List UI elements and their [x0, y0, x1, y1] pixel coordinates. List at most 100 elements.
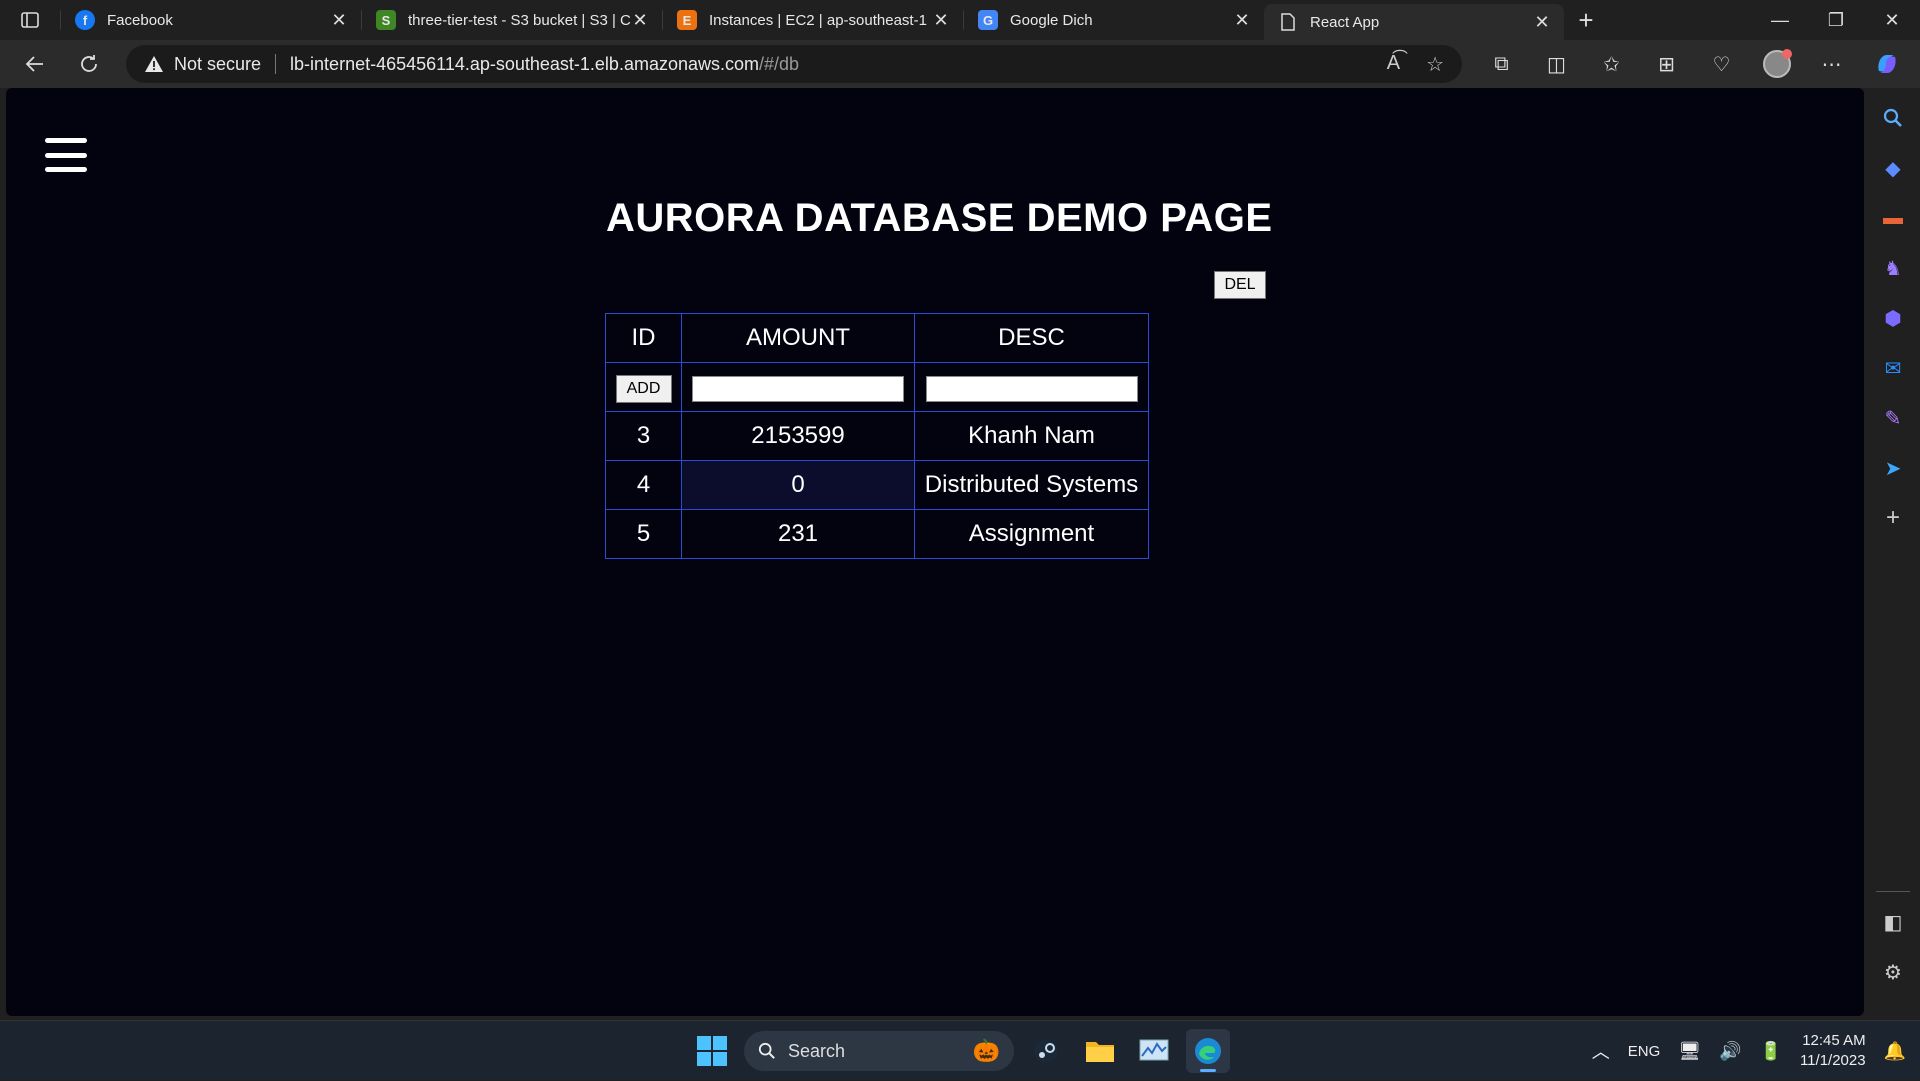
tab-facebook[interactable]: f Facebook ✕ — [61, 0, 361, 40]
windows-logo-icon — [697, 1036, 727, 1066]
add-row: ADD — [605, 362, 1149, 412]
search-label: Search — [788, 1040, 846, 1061]
network-icon[interactable]: 🖥 — [1678, 1041, 1701, 1062]
back-arrow-icon — [25, 56, 43, 72]
battery-icon[interactable]: 🔋 — [1760, 1041, 1782, 1062]
designer-icon[interactable]: ✎ — [1875, 400, 1911, 436]
chart-monitor-icon — [1139, 1039, 1169, 1061]
column-header-desc: DESC — [914, 313, 1149, 363]
row-desc: Khanh Nam — [914, 411, 1149, 461]
security-status[interactable]: Not secure — [174, 54, 261, 75]
more-options-icon[interactable]: ⋯ — [1804, 44, 1859, 84]
settings-gear-icon[interactable]: ⚙ — [1875, 954, 1911, 990]
send-icon[interactable]: ➤ — [1875, 450, 1911, 486]
games-icon[interactable]: ♞ — [1875, 250, 1911, 286]
row-id: 3 — [605, 411, 682, 461]
tab-react-app[interactable]: React App ✕ — [1264, 4, 1564, 40]
row-desc: Assignment — [914, 509, 1149, 559]
tab-title: three-tier-test - S3 bucket | S3 | C — [408, 11, 630, 29]
copilot-icon[interactable] — [1859, 44, 1914, 84]
browser-toolbar: Not secure lb-internet-465456114.ap-sout… — [0, 40, 1920, 88]
pumpkin-icon: 🎃 — [972, 1038, 1000, 1063]
microsoft365-icon[interactable]: ⬢ — [1875, 300, 1911, 336]
performance-icon[interactable]: ♡ — [1694, 44, 1749, 84]
language-indicator[interactable]: ENG — [1628, 1043, 1661, 1060]
collections-icon[interactable]: ⊞ — [1639, 44, 1694, 84]
show-hidden-icons[interactable]: ︿ — [1592, 1038, 1610, 1064]
table-row: 4 0 Distributed Systems — [605, 460, 1149, 510]
read-aloud-icon[interactable]: A͡ — [1387, 52, 1400, 77]
restore-icon[interactable]: ❐ — [1808, 0, 1864, 40]
back-button[interactable] — [8, 44, 62, 84]
url-path: /#/db — [759, 53, 800, 74]
refresh-icon — [81, 55, 97, 72]
favorites-icon[interactable]: ✩ — [1584, 44, 1639, 84]
edge-icon — [1195, 1038, 1221, 1064]
delete-button[interactable]: DEL — [1214, 271, 1266, 299]
minimize-icon[interactable]: — — [1752, 0, 1808, 40]
task-manager-button[interactable] — [1132, 1029, 1176, 1073]
amount-input[interactable] — [692, 375, 904, 402]
row-id: 5 — [605, 509, 682, 559]
folder-icon — [1086, 1042, 1114, 1062]
close-window-icon[interactable]: ✕ — [1864, 0, 1920, 40]
close-tab-icon[interactable]: ✕ — [931, 10, 951, 30]
s3-icon: S — [376, 10, 396, 30]
url-host: lb-internet-465456114.ap-southeast-1.elb… — [290, 53, 759, 74]
refresh-button[interactable] — [62, 44, 116, 84]
clock-time: 12:45 AM — [1802, 1032, 1866, 1049]
add-button[interactable]: ADD — [615, 374, 672, 403]
extensions-icon[interactable]: ⧉ — [1474, 44, 1529, 84]
row-amount: 2153599 — [681, 411, 915, 461]
row-desc: Distributed Systems — [914, 460, 1149, 510]
add-sidebar-app-icon[interactable]: + — [1875, 500, 1911, 536]
tab-actions-button[interactable] — [0, 0, 60, 40]
table-row: 5 231 Assignment — [605, 509, 1149, 559]
menu-icon[interactable] — [45, 138, 87, 172]
hide-sidebar-icon[interactable]: ◧ — [1875, 904, 1911, 940]
close-tab-icon[interactable]: ✕ — [1532, 12, 1552, 32]
avatar — [1762, 49, 1792, 78]
tab-title: Instances | EC2 | ap-southeast-1 — [709, 11, 927, 29]
page-viewport: AURORA DATABASE DEMO PAGE DEL ID AMOUNT … — [6, 88, 1864, 1016]
taskbar-search[interactable]: Search 🎃 — [744, 1031, 1014, 1071]
search-icon[interactable] — [1875, 100, 1911, 136]
start-button[interactable] — [690, 1029, 734, 1073]
notifications-icon[interactable]: 🔔 — [1884, 1041, 1906, 1062]
google-translate-icon: G — [978, 10, 998, 30]
row-amount: 231 — [681, 509, 915, 559]
desc-input[interactable] — [925, 375, 1138, 402]
split-screen-icon[interactable]: ◫ — [1529, 44, 1584, 84]
tab-title: Facebook — [107, 11, 173, 29]
file-explorer-button[interactable] — [1078, 1029, 1122, 1073]
table-header-row: ID AMOUNT DESC — [605, 313, 1149, 363]
tab-title: React App — [1310, 13, 1380, 31]
profile-button[interactable] — [1749, 44, 1804, 84]
system-clock[interactable]: 12:45 AM 11/1/2023 — [1800, 1031, 1866, 1071]
ec2-icon: E — [677, 10, 697, 30]
clock-date: 11/1/2023 — [1799, 1052, 1866, 1069]
steam-icon — [1034, 1039, 1058, 1063]
new-tab-button[interactable]: + — [1564, 0, 1608, 40]
window-controls: — ❐ ✕ — [1752, 0, 1920, 40]
tools-icon[interactable]: ▬ — [1875, 200, 1911, 236]
address-bar[interactable]: Not secure lb-internet-465456114.ap-sout… — [126, 45, 1462, 83]
shopping-tag-icon[interactable]: ◆ — [1875, 150, 1911, 186]
edge-sidebar: ◆ ▬ ♞ ⬢ ✉ ✎ ➤ + ◧ ⚙ — [1866, 88, 1920, 1016]
close-tab-icon[interactable]: ✕ — [1232, 10, 1252, 30]
close-tab-icon[interactable]: ✕ — [329, 10, 349, 30]
facebook-icon: f — [75, 10, 95, 30]
outlook-icon[interactable]: ✉ — [1875, 350, 1911, 386]
page-icon — [1278, 12, 1298, 32]
steam-app-button[interactable] — [1024, 1029, 1068, 1073]
favorite-star-icon[interactable]: ☆ — [1426, 52, 1444, 77]
tab-google-dich[interactable]: G Google Dich ✕ — [964, 0, 1264, 40]
browser-tab-bar: f Facebook ✕ S three-tier-test - S3 buck… — [0, 0, 1920, 40]
column-header-amount: AMOUNT — [681, 313, 915, 363]
volume-icon[interactable]: 🔊 — [1719, 1041, 1741, 1062]
edge-app-button[interactable] — [1186, 1029, 1230, 1073]
tab-s3-bucket[interactable]: S three-tier-test - S3 bucket | S3 | C ✕ — [362, 0, 662, 40]
tab-ec2-instances[interactable]: E Instances | EC2 | ap-southeast-1 ✕ — [663, 0, 963, 40]
row-amount: 0 — [681, 460, 915, 510]
close-tab-icon[interactable]: ✕ — [630, 10, 650, 30]
